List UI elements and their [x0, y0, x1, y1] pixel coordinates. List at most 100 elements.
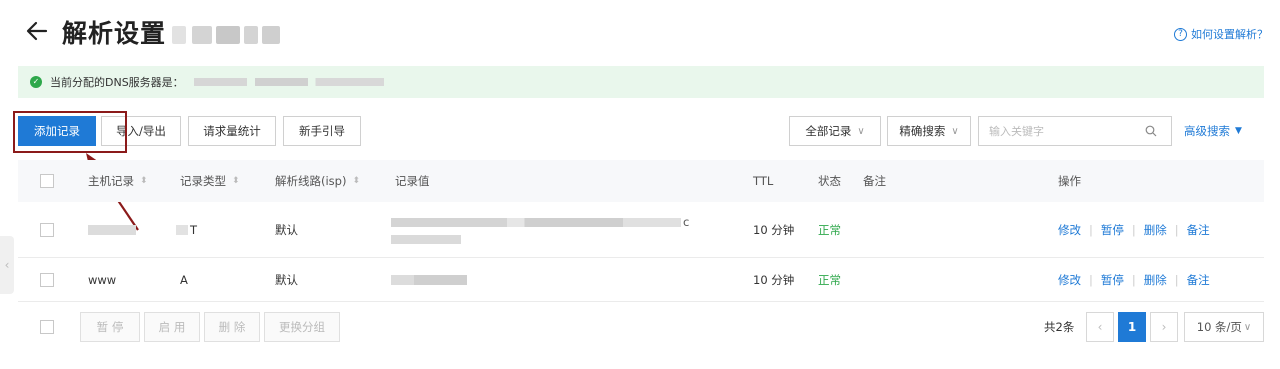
edit-link[interactable]: 修改	[1058, 272, 1081, 288]
value-line-1: c	[391, 215, 689, 229]
column-line[interactable]: 解析线路(isp) ⬍	[275, 160, 360, 202]
beginner-guide-button[interactable]: 新手引导	[283, 116, 361, 146]
column-status: 状态	[818, 174, 841, 188]
table-row: www A 默认 10 分钟 正常 修改 | 暂停 | 删除 | 备注	[18, 258, 1264, 302]
action-divider: |	[1089, 222, 1093, 237]
value-cell: c	[391, 202, 689, 257]
redacted-dns-servers	[193, 78, 384, 86]
column-type[interactable]: 记录类型 ⬍	[180, 160, 240, 202]
dns-server-banner: ✓ 当前分配的DNS服务器是：	[18, 66, 1264, 98]
redacted-value	[391, 274, 467, 285]
pause-link[interactable]: 暂停	[1101, 222, 1124, 238]
select-all-checkbox[interactable]	[40, 174, 54, 188]
advanced-search-toggle[interactable]: 高级搜索 ▼	[1184, 116, 1242, 146]
chevron-right-icon: ›	[1161, 320, 1167, 334]
search-mode-select[interactable]: 精确搜索 ∨	[887, 116, 971, 146]
chevron-down-icon: ∨	[857, 125, 865, 137]
change-group-button[interactable]: 更换分组	[264, 312, 340, 342]
column-type-label: 记录类型	[180, 174, 226, 188]
column-host-label: 主机记录	[88, 174, 134, 188]
redacted-type	[176, 224, 188, 235]
action-divider: |	[1174, 222, 1179, 237]
page-size-value: 10 条/页	[1196, 320, 1242, 334]
row-select-cell	[40, 258, 54, 301]
advanced-search-label: 高级搜索	[1184, 124, 1230, 138]
page-title: 解析设置	[62, 19, 167, 48]
status-badge: 正常	[818, 222, 841, 237]
row-checkbox[interactable]	[40, 222, 54, 237]
column-ttl: TTL	[753, 174, 774, 188]
select-all-cell	[40, 160, 54, 202]
action-divider: |	[1089, 272, 1093, 287]
batch-delete-button[interactable]: 删 除	[204, 312, 260, 342]
record-filter-value: 全部记录	[805, 124, 852, 138]
delete-link[interactable]: 删除	[1144, 272, 1167, 288]
batch-enable-button[interactable]: 启 用	[144, 312, 200, 342]
value-cell	[391, 258, 467, 301]
search-icon[interactable]	[1145, 125, 1157, 137]
pause-link[interactable]: 暂停	[1101, 272, 1124, 288]
keyword-search	[978, 116, 1172, 146]
table-header: 主机记录 ⬍ 记录类型 ⬍ 解析线路(isp) ⬍ 记录值 TTL 状态 备注 …	[18, 160, 1264, 202]
add-record-button[interactable]: 添加记录	[18, 116, 96, 146]
edit-link[interactable]: 修改	[1058, 222, 1081, 238]
host-cell	[88, 202, 136, 257]
ttl-cell: 10 分钟	[753, 222, 795, 237]
chevron-left-icon: ‹	[1097, 320, 1103, 334]
prev-page-button[interactable]: ‹	[1086, 312, 1114, 342]
redacted-value	[391, 217, 681, 227]
footer-select-all-checkbox[interactable]	[40, 320, 54, 334]
column-actions: 操作	[1058, 174, 1081, 188]
table-footer: 暂 停 启 用 删 除 更换分组 共2条 ‹ 1 › 10 条/页 ∨	[18, 310, 1264, 344]
chevron-down-icon: ∨	[1243, 321, 1252, 333]
record-filter-select[interactable]: 全部记录 ∨	[789, 116, 881, 146]
dns-records-table: 主机记录 ⬍ 记录类型 ⬍ 解析线路(isp) ⬍ 记录值 TTL 状态 备注 …	[18, 160, 1264, 302]
request-stats-button[interactable]: 请求量统计	[188, 116, 276, 146]
question-circle-icon: ?	[1174, 27, 1187, 41]
row-checkbox[interactable]	[40, 272, 54, 287]
dns-server-label: 当前分配的DNS服务器是：	[50, 76, 184, 89]
help-link-label: 如何设置解析？	[1191, 28, 1268, 41]
redacted-domain	[172, 26, 282, 44]
redacted-host	[88, 224, 136, 235]
line-cell: 默认	[275, 222, 298, 237]
action-divider: |	[1131, 272, 1136, 287]
sort-icon: ⬍	[140, 176, 148, 186]
line-cell: 默认	[275, 272, 298, 287]
row-actions: 修改 | 暂停 | 删除 | 备注	[1058, 258, 1210, 301]
ttl-cell: 10 分钟	[753, 272, 795, 287]
search-mode-value: 精确搜索	[899, 124, 946, 138]
back-arrow-icon[interactable]	[24, 18, 50, 44]
check-circle-icon: ✓	[30, 76, 42, 88]
type-value: T	[190, 222, 198, 237]
remark-link[interactable]: 备注	[1187, 272, 1210, 288]
import-export-button[interactable]: 导入/导出	[101, 116, 181, 146]
status-badge: 正常	[818, 272, 841, 287]
toolbar: 添加记录 导入/导出 请求量统计 新手引导 全部记录 ∨ 精确搜索 ∨ 高级搜索…	[0, 116, 1280, 146]
remark-link[interactable]: 备注	[1187, 222, 1210, 238]
sidebar-collapse-tab[interactable]: ‹	[0, 236, 14, 294]
next-page-button[interactable]: ›	[1150, 312, 1178, 342]
total-count: 共2条	[1044, 320, 1075, 334]
help-link[interactable]: ? 如何设置解析？	[1174, 26, 1268, 42]
row-actions: 修改 | 暂停 | 删除 | 备注	[1058, 202, 1210, 257]
column-host[interactable]: 主机记录 ⬍	[88, 160, 148, 202]
search-input[interactable]	[979, 117, 1129, 145]
action-divider: |	[1174, 272, 1179, 287]
page-header: 解析设置 ? 如何设置解析？	[0, 0, 1280, 64]
chevron-left-icon: ‹	[4, 258, 10, 272]
host-cell: www	[88, 272, 117, 287]
page-size-select[interactable]: 10 条/页 ∨	[1184, 312, 1264, 342]
batch-pause-button[interactable]: 暂 停	[80, 312, 140, 342]
caret-down-icon: ▼	[1235, 126, 1242, 136]
action-divider: |	[1131, 222, 1136, 237]
table-row: T 默认 c 10 分钟 正常 修改 | 暂停 | 删除 | 备注	[18, 202, 1264, 258]
column-line-label: 解析线路(isp)	[275, 174, 347, 188]
chevron-down-icon: ∨	[951, 125, 959, 137]
page-number-button[interactable]: 1	[1118, 312, 1146, 342]
delete-link[interactable]: 删除	[1144, 222, 1167, 238]
footer-select-cell	[40, 320, 54, 334]
row-select-cell	[40, 202, 54, 257]
value-suffix: c	[683, 215, 690, 229]
redacted-value	[391, 235, 461, 244]
